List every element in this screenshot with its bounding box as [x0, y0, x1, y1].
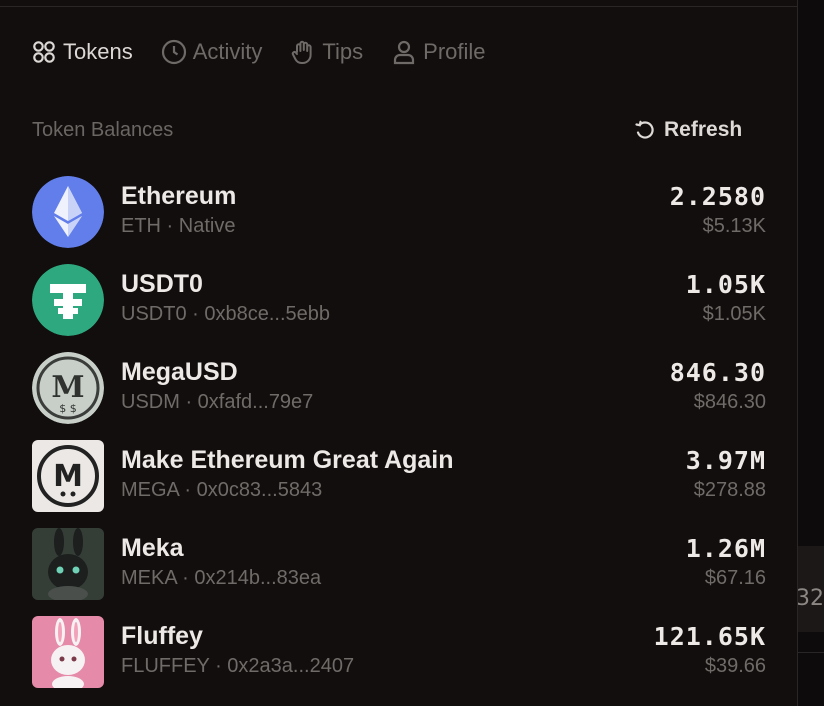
ethereum-logo-icon	[32, 176, 104, 248]
tab-label: Profile	[423, 39, 486, 64]
refresh-label: Refresh	[664, 118, 743, 141]
token-name: Ethereum	[121, 182, 237, 210]
grid-icon	[31, 39, 57, 65]
token-balance: 846.30	[669, 358, 766, 387]
token-name: MegaUSD	[121, 358, 238, 386]
token-usd-value: $278.88	[693, 479, 766, 501]
token-name: Make Ethereum Great Again	[121, 446, 454, 474]
token-usd-value: $1.05K	[702, 303, 766, 325]
token-usd-value: $67.16	[704, 567, 766, 589]
background-panel-fragment: 32	[798, 546, 824, 632]
token-balance: 3.97M	[685, 446, 766, 475]
token-row[interactable]: M Make Ethereum Great Again MEGA · 0x0c8…	[32, 438, 766, 526]
svg-text:M: M	[51, 370, 84, 405]
token-balance: 2.2580	[669, 182, 766, 211]
token-symbol-address: ETH · Native	[121, 215, 236, 237]
section-title: Token Balances	[32, 119, 174, 141]
token-list: Ethereum ETH · Native 2.2580 $5.13K USDT…	[32, 174, 766, 702]
hand-icon	[290, 39, 316, 65]
tab-tokens[interactable]: Tokens	[31, 39, 133, 65]
divider	[798, 652, 824, 653]
token-row[interactable]: Fluffey FLUFFEY · 0x2a3a...2407 121.65K …	[32, 614, 766, 702]
token-name: Fluffey	[121, 622, 203, 650]
tab-label: Activity	[192, 39, 263, 64]
clock-icon	[161, 39, 187, 65]
tab-label: Tokens	[63, 39, 133, 64]
token-symbol-address: MEGA · 0x0c83...5843	[121, 479, 323, 501]
token-usd-value: $846.30	[693, 391, 766, 413]
token-symbol-address: USDT0 · 0xb8ce...5ebb	[121, 303, 330, 325]
token-usd-value: $5.13K	[702, 215, 766, 237]
token-symbol-address: USDM · 0xfafd...79e7	[121, 391, 314, 413]
token-name: Meka	[121, 534, 184, 562]
background-fragment-text: 32	[798, 586, 824, 611]
fluffey-logo-icon	[32, 616, 104, 688]
token-row[interactable]: Meka MEKA · 0x214b...83ea 1.26M $67.16	[32, 526, 766, 614]
token-name: USDT0	[121, 270, 203, 298]
svg-text:$ $: $ $	[59, 402, 77, 415]
token-symbol-address: MEKA · 0x214b...83ea	[121, 567, 322, 589]
tab-tips[interactable]: Tips	[290, 39, 363, 65]
token-row[interactable]: M $ $ MegaUSD USDM · 0xfafd...79e7 846.3…	[32, 350, 766, 438]
token-balance: 1.05K	[685, 270, 766, 299]
refresh-icon	[635, 120, 654, 139]
token-usd-value: $39.66	[704, 655, 766, 677]
token-symbol-address: FLUFFEY · 0x2a3a...2407	[121, 655, 355, 677]
meka-logo-icon	[32, 528, 104, 600]
usdt0-logo-icon	[32, 264, 104, 336]
token-row[interactable]: Ethereum ETH · Native 2.2580 $5.13K	[32, 174, 766, 262]
token-row[interactable]: USDT0 USDT0 · 0xb8ce...5ebb 1.05K $1.05K	[32, 262, 766, 350]
token-panel: Tokens Activity Tips Profile Token Balan…	[0, 0, 798, 706]
tab-profile[interactable]: Profile	[391, 39, 486, 65]
user-icon	[391, 39, 417, 65]
token-balance: 121.65K	[653, 622, 766, 651]
refresh-button[interactable]: Refresh	[634, 118, 742, 142]
megausd-logo-icon: M $ $	[32, 352, 104, 424]
token-balance: 1.26M	[685, 534, 766, 563]
tab-bar: Tokens Activity Tips Profile	[31, 36, 514, 68]
mega-logo-icon: M	[32, 440, 104, 512]
tab-activity[interactable]: Activity	[161, 39, 263, 65]
svg-text:M: M	[53, 459, 83, 494]
divider	[0, 6, 797, 7]
tab-label: Tips	[322, 39, 364, 64]
